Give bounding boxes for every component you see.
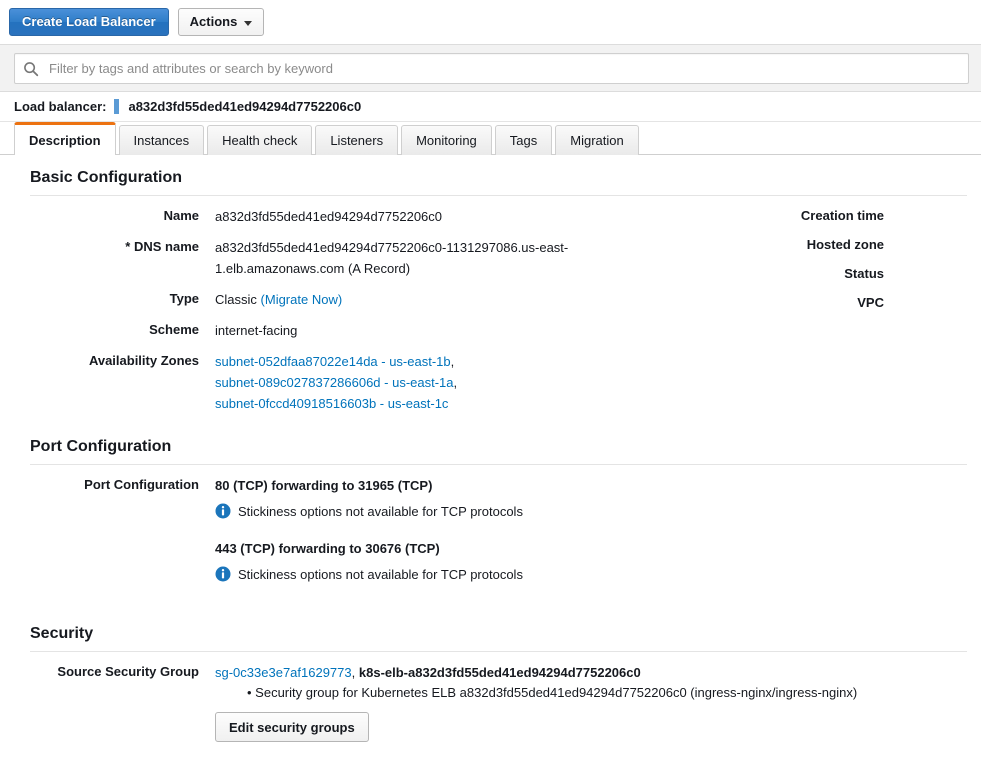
tab-health-check[interactable]: Health check [207, 125, 313, 155]
dns-name-label: * DNS name [125, 239, 199, 254]
tab-label: Description [29, 133, 101, 148]
type-value: Classic [215, 292, 257, 307]
row-name: Name a832d3fd55ded41ed94294d7752206c0 [0, 206, 760, 227]
subnet-link[interactable]: subnet-0fccd40918516603b - us-east-1c [215, 396, 448, 411]
hosted-zone-label: Hosted zone [806, 237, 884, 252]
vpc-label: VPC [857, 295, 884, 310]
name-value: a832d3fd55ded41ed94294d7752206c0 [215, 209, 443, 224]
security-group-line: sg-0c33e3e7af1629773, k8s-elb-a832d3fd55… [215, 662, 981, 683]
info-icon [215, 566, 231, 582]
migrate-now-link[interactable]: (Migrate Now) [261, 292, 343, 307]
row-source-security-group: Source Security Group sg-0c33e3e7af16297… [0, 662, 981, 742]
port-entry: 443 (TCP) forwarding to 30676 (TCP) Stic… [215, 538, 981, 585]
port-configuration-label: Port Configuration [84, 477, 199, 492]
description-tab-panel: Basic Configuration Name a832d3fd55ded41… [0, 155, 981, 742]
tab-migration[interactable]: Migration [555, 125, 639, 155]
tab-label: Monitoring [416, 133, 477, 148]
security-group-description: • Security group for Kubernetes ELB a832… [247, 685, 858, 700]
info-icon [215, 503, 231, 519]
search-box[interactable] [14, 53, 969, 84]
availability-zone-item: subnet-0fccd40918516603b - us-east-1c [215, 393, 760, 414]
separator: , [453, 375, 458, 390]
type-value-container: Classic (Migrate Now) [215, 289, 760, 310]
actions-button-label: Actions [189, 14, 238, 29]
security-group-id-link[interactable]: sg-0c33e3e7af1629773 [215, 665, 352, 680]
separator: , [450, 354, 455, 369]
load-balancer-name: a832d3fd55ded41ed94294d7752206c0 [128, 99, 362, 114]
row-vpc: VPC [760, 293, 981, 312]
load-balancer-header: Load balancer: a832d3fd55ded41ed94294d77… [0, 92, 981, 122]
basic-config-left-column: Name a832d3fd55ded41ed94294d7752206c0 * … [0, 206, 760, 424]
tab-listeners[interactable]: Listeners [315, 125, 399, 155]
port-entry: 80 (TCP) forwarding to 31965 (TCP) Stick… [215, 475, 981, 522]
security-group-name: k8s-elb-a832d3fd55ded41ed94294d7752206c0 [358, 665, 641, 680]
availability-zone-item: subnet-052dfaa87022e14da - us-east-1b, [215, 351, 760, 372]
tab-label: Health check [222, 133, 298, 148]
row-creation-time: Creation time [760, 206, 981, 225]
scheme-label: Scheme [149, 322, 199, 337]
port-forwarding-text: 443 (TCP) forwarding to 30676 (TCP) [215, 541, 440, 556]
availability-zone-item: subnet-089c027837286606d - us-east-1a, [215, 372, 760, 393]
tab-bar: Description Instances Health check Liste… [0, 122, 981, 156]
edit-security-groups-button[interactable]: Edit security groups [215, 712, 369, 742]
port-note-text: Stickiness options not available for TCP… [238, 567, 523, 582]
row-type: Type Classic (Migrate Now) [0, 289, 760, 310]
port-forwarding-text: 80 (TCP) forwarding to 31965 (TCP) [215, 478, 433, 493]
tab-instances[interactable]: Instances [118, 125, 205, 155]
tab-monitoring[interactable]: Monitoring [401, 125, 492, 155]
tab-label: Migration [570, 133, 624, 148]
creation-time-label: Creation time [800, 208, 884, 223]
port-configuration-heading: Port Configuration [30, 438, 172, 455]
tab-label: Listeners [330, 133, 384, 148]
source-security-group-value: sg-0c33e3e7af1629773, k8s-elb-a832d3fd55… [215, 662, 981, 742]
port-note-text: Stickiness options not available for TCP… [238, 504, 523, 519]
row-port-configuration: Port Configuration 80 (TCP) forwarding t… [0, 475, 981, 601]
filter-bar [0, 44, 981, 92]
row-hosted-zone: Hosted zone [760, 235, 981, 254]
type-label: Type [169, 291, 199, 306]
actions-dropdown-button[interactable]: Actions [177, 8, 265, 36]
status-label: Status [844, 266, 884, 281]
row-status: Status [760, 264, 981, 283]
name-label: Name [163, 208, 199, 223]
search-input[interactable] [47, 55, 960, 82]
load-balancer-label: Load balancer: [14, 99, 107, 114]
search-icon [23, 61, 39, 77]
tab-label: Instances [133, 133, 190, 148]
subnet-link[interactable]: subnet-052dfaa87022e14da - us-east-1b [215, 354, 451, 369]
availability-zones-label: Availability Zones [88, 353, 199, 368]
row-dns-name: * DNS name a832d3fd55ded41ed94294d775220… [0, 237, 760, 279]
chevron-down-icon [244, 20, 253, 26]
tab-description[interactable]: Description [14, 122, 116, 156]
row-scheme: Scheme internet-facing [0, 320, 760, 341]
scheme-value: internet-facing [215, 323, 298, 338]
basic-configuration-body: Name a832d3fd55ded41ed94294d7752206c0 * … [0, 196, 981, 424]
top-toolbar: Create Load Balancer Actions [0, 0, 981, 44]
security-body: Source Security Group sg-0c33e3e7af16297… [0, 652, 981, 742]
tab-label: Tags [509, 133, 538, 148]
source-security-group-label: Source Security Group [57, 664, 199, 679]
security-heading: Security [30, 625, 94, 642]
port-configuration-body: Port Configuration 80 (TCP) forwarding t… [0, 465, 981, 601]
basic-configuration-heading: Basic Configuration [30, 169, 183, 186]
tab-tags[interactable]: Tags [494, 125, 553, 155]
create-load-balancer-button[interactable]: Create Load Balancer [9, 8, 169, 36]
port-note: Stickiness options not available for TCP… [215, 564, 981, 585]
port-note: Stickiness options not available for TCP… [215, 501, 981, 522]
color-indicator-bar [114, 99, 120, 114]
basic-config-right-column: Creation time Hosted zone Status VPC [760, 206, 981, 424]
subnet-link[interactable]: subnet-089c027837286606d - us-east-1a [215, 375, 454, 390]
availability-zones-value: subnet-052dfaa87022e14da - us-east-1b, s… [215, 351, 760, 414]
dns-name-value: a832d3fd55ded41ed94294d7752206c0-1131297… [215, 240, 569, 276]
separator: , [351, 665, 356, 680]
row-availability-zones: Availability Zones subnet-052dfaa87022e1… [0, 351, 760, 414]
port-configuration-value: 80 (TCP) forwarding to 31965 (TCP) Stick… [215, 475, 981, 601]
